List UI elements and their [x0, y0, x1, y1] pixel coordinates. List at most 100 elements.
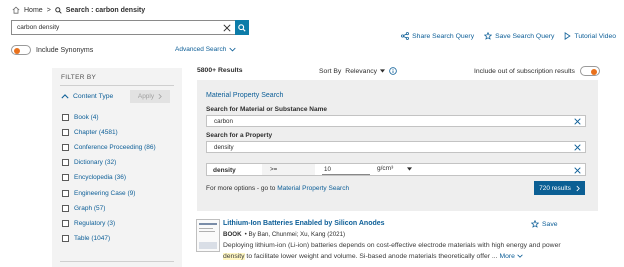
caret-down-icon	[380, 69, 386, 73]
share-search-query-button[interactable]: Share Search Query	[401, 32, 474, 40]
result-authors: • By Ban, Chunmei; Xu, Kang (2021)	[244, 231, 346, 238]
breadcrumb-separator: >	[46, 6, 51, 14]
save-label: Save	[542, 220, 558, 228]
checkbox[interactable]	[62, 129, 69, 137]
tutorial-label: Tutorial Video	[574, 32, 616, 40]
snippet-text: Deploying lithium-ion (Li-ion) batteries…	[223, 242, 561, 249]
material-property-panel: Material Property Search Search for Mate…	[197, 80, 598, 211]
unit-select[interactable]: g/cm³	[377, 165, 413, 172]
checkbox[interactable]	[62, 204, 69, 212]
result-snippet: Deploying lithium-ion (Li-ion) batteries…	[223, 241, 563, 262]
share-label: Share Search Query	[412, 32, 475, 40]
result-title-link[interactable]: Lithium-Ion Batteries Enabled by Silicon…	[223, 220, 385, 227]
sort-select[interactable]: Relevancy	[345, 68, 386, 75]
filter-panel: FILTER BY Content Type Apply Book (4) Ch…	[52, 68, 182, 267]
sort-by-label: Sort By	[319, 67, 342, 75]
chevron-right-icon	[576, 185, 580, 192]
chevron-down-icon	[229, 47, 236, 52]
more-options-text: For more options - go to	[206, 185, 276, 192]
chevron-down-icon	[517, 254, 523, 258]
filter-item[interactable]: Book (4)	[62, 110, 156, 125]
checkbox[interactable]	[62, 219, 69, 227]
search-input[interactable]	[12, 21, 222, 34]
material-property-search-link[interactable]: Material Property Search	[277, 185, 349, 192]
save-search-query-button[interactable]: Save Search Query	[484, 32, 554, 40]
checkbox[interactable]	[62, 174, 69, 182]
advanced-search-link[interactable]: Advanced Search	[175, 46, 236, 53]
result-type: BOOK	[223, 231, 242, 238]
property-field[interactable]: density	[206, 141, 586, 153]
operator-value: >=	[270, 166, 278, 173]
filter-item-label: Book (4)	[74, 114, 99, 122]
home-icon[interactable]	[12, 6, 20, 14]
checkbox[interactable]	[62, 144, 69, 152]
filter-item-label: Conference Proceeding (86)	[74, 144, 156, 152]
material-property-title: Material Property Search	[206, 92, 284, 99]
breadcrumb-home-link[interactable]: Home	[24, 7, 43, 14]
share-icon	[401, 32, 410, 40]
checkbox[interactable]	[62, 114, 69, 122]
filter-item-label: Graph (57)	[74, 204, 106, 212]
property-condition-row: density >= 10 g/cm³	[206, 163, 586, 176]
chevron-up-icon	[61, 94, 69, 99]
condition-value: 10	[324, 165, 331, 173]
remove-condition-icon[interactable]	[574, 167, 581, 174]
result-item: Lithium-Ion Batteries Enabled by Silicon…	[196, 217, 606, 267]
book-cover-thumbnail[interactable]	[196, 219, 220, 252]
filter-item[interactable]: Regulatory (3)	[62, 216, 156, 231]
info-icon[interactable]	[389, 67, 397, 75]
content-type-label: Content Type	[73, 93, 114, 100]
search-button[interactable]	[235, 20, 249, 35]
clear-substance-icon[interactable]	[574, 118, 581, 125]
filter-item[interactable]: Chapter (4581)	[62, 125, 156, 140]
checkbox[interactable]	[62, 159, 69, 167]
filter-item-label: Chapter (4581)	[74, 129, 118, 137]
synonyms-label: Include Synonyms	[36, 46, 94, 54]
more-options: For more options - go to Material Proper…	[206, 185, 349, 192]
sort-by: Sort By Relevancy	[319, 67, 397, 75]
star-icon	[531, 220, 539, 228]
advanced-search-label: Advanced Search	[175, 46, 227, 53]
tutorial-video-button[interactable]: Tutorial Video	[564, 32, 616, 40]
operator-select[interactable]: >=	[262, 164, 315, 175]
substance-field[interactable]: carbon	[206, 115, 586, 127]
divider	[60, 85, 174, 86]
filter-item[interactable]: Table (1047)	[62, 231, 156, 246]
filter-item-label: Engineering Case (9)	[74, 189, 136, 197]
result-meta: BOOK • By Ban, Chunmei; Xu, Kang (2021)	[223, 231, 345, 238]
more-link[interactable]: More	[499, 253, 523, 260]
snippet-text: to facilitate lower weight and volume. S…	[244, 252, 500, 260]
condition-property: density	[213, 166, 236, 174]
subscription-toggle[interactable]	[579, 66, 600, 76]
save-result-button[interactable]: Save	[531, 220, 558, 228]
filter-item[interactable]: Engineering Case (9)	[62, 185, 156, 200]
clear-property-icon[interactable]	[574, 144, 581, 151]
save-query-label: Save Search Query	[495, 32, 555, 40]
checkbox[interactable]	[62, 234, 69, 242]
filter-item-label: Encyclopedia (36)	[74, 174, 127, 182]
filter-item-label: Dictionary (32)	[74, 159, 117, 167]
apply-button[interactable]: Apply	[130, 90, 170, 103]
filter-item[interactable]: Dictionary (32)	[62, 155, 156, 170]
substance-value: carbon	[214, 117, 233, 125]
view-results-button[interactable]: 720 results	[534, 181, 585, 195]
content-type-toggle[interactable]: Content Type	[61, 93, 113, 100]
synonyms-toggle[interactable]	[11, 45, 31, 55]
filter-item[interactable]: Encyclopedia (36)	[62, 170, 156, 185]
filter-item[interactable]: Graph (57)	[62, 201, 156, 216]
filter-item[interactable]: Conference Proceeding (86)	[62, 140, 156, 155]
chevron-right-icon	[158, 93, 162, 100]
checkbox[interactable]	[62, 189, 69, 197]
breadcrumb-current: Search : carbon density	[65, 6, 146, 14]
caret-down-icon	[407, 166, 413, 171]
unit-value: g/cm³	[377, 165, 394, 172]
results-button-label: 720 results	[539, 184, 571, 192]
property-value: density	[214, 143, 234, 151]
content-type-list: Book (4) Chapter (4581) Conference Proce…	[62, 110, 156, 246]
substance-label: Search for Material or Substance Name	[206, 106, 328, 113]
clear-search-icon[interactable]	[223, 24, 231, 32]
condition-value-input[interactable]: 10	[322, 164, 370, 175]
search-icon	[238, 23, 246, 32]
include-synonyms: Include Synonyms	[11, 45, 93, 55]
subscription-label: Include out of subscription results	[474, 67, 575, 75]
